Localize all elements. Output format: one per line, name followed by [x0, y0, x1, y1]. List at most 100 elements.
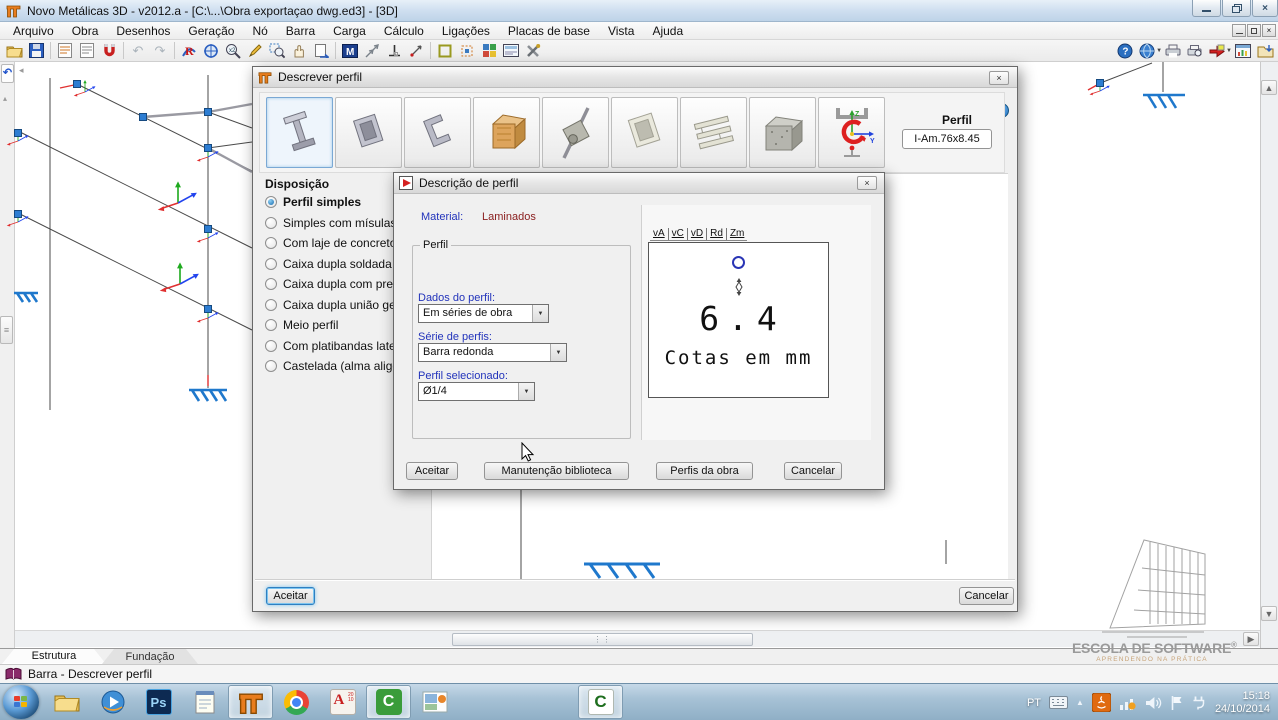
menu-item-carga[interactable]: Carga [324, 22, 375, 40]
profile-type-timber-section[interactable] [473, 97, 540, 168]
cancel-button[interactable]: Cancelar [959, 587, 1014, 605]
view-button-rd[interactable]: Rd [707, 228, 727, 240]
menu-item-vista[interactable]: Vista [599, 22, 643, 40]
new-rect-icon[interactable] [434, 41, 456, 61]
view-button-va[interactable]: vA [650, 228, 669, 240]
profile-description-titlebar[interactable]: Descrição de perfil [394, 173, 884, 194]
dialog-close-button[interactable]: × [857, 176, 877, 190]
view-button-zm[interactable]: Zm [727, 228, 747, 240]
radio-caixa-dupla-com-presilhas[interactable] [265, 278, 277, 290]
tab-estrutura[interactable]: Estrutura [2, 649, 106, 664]
keyboard-icon[interactable] [1049, 696, 1068, 709]
collapse-panel-icon[interactable]: ◂ [19, 65, 24, 76]
scrollbar-thumb[interactable]: ⋮⋮ [452, 633, 753, 646]
network-icon[interactable] [1119, 695, 1137, 710]
profile-type-steel-box-section[interactable] [335, 97, 402, 168]
language-indicator[interactable]: PT [1027, 697, 1041, 709]
menu-item-desenhos[interactable]: Desenhos [107, 22, 179, 40]
radio-castelada[interactable] [265, 360, 277, 372]
dropdown-arrow-icon[interactable]: ▼ [532, 305, 548, 322]
view-button-vc[interactable]: vC [669, 228, 688, 240]
accept-button[interactable]: Aceitar [406, 462, 458, 480]
job-profiles-button[interactable]: Perfis da obra [656, 462, 753, 480]
zoom-x2-icon[interactable]: x2 [222, 41, 244, 61]
new-sheet-icon[interactable] [310, 41, 332, 61]
cancel-button[interactable]: Cancelar [784, 462, 842, 480]
rotate-view-icon[interactable]: ↶ [1, 64, 14, 83]
views-icon[interactable] [500, 41, 522, 61]
mdi-restore-button[interactable] [1247, 24, 1261, 37]
profile-type-aluminium-extrusion[interactable] [680, 97, 747, 168]
restore-button[interactable] [1222, 0, 1251, 17]
radio-perfil-simples[interactable] [265, 196, 277, 208]
taskbar-autocad[interactable]: A2010 [320, 685, 365, 719]
export-icon[interactable] [1206, 41, 1228, 61]
taskbar-media-player[interactable] [90, 685, 135, 719]
profile-series-select[interactable]: Barra redonda ▼ [418, 343, 567, 362]
library-maintenance-button[interactable]: Manutenção biblioteca [484, 462, 629, 480]
menu-item-no[interactable]: Nó [243, 22, 276, 40]
taskbar-chrome[interactable] [274, 685, 319, 719]
radio-label[interactable]: Perfil simples [283, 195, 361, 209]
menu-item-ajuda[interactable]: Ajuda [643, 22, 692, 40]
action-center-flag-icon[interactable] [1170, 695, 1183, 711]
edit-pencil-icon[interactable] [244, 41, 266, 61]
print-preview-icon[interactable] [1184, 41, 1206, 61]
project-manager-icon[interactable] [1254, 41, 1276, 61]
rail-up-icon[interactable]: ▴ [3, 94, 7, 103]
profile-type-section-orientation[interactable]: ZY [818, 97, 885, 168]
edit-rect-icon[interactable] [456, 41, 478, 61]
menu-item-placas-de-base[interactable]: Placas de base [499, 22, 599, 40]
report-icon[interactable] [1232, 41, 1254, 61]
remove-hardware-icon[interactable] [1191, 695, 1207, 711]
scroll-down-icon[interactable]: ▼ [1261, 606, 1277, 621]
volume-icon[interactable] [1145, 696, 1162, 710]
help-icon[interactable]: ? [1114, 41, 1136, 61]
redo-icon[interactable]: ↷ [149, 41, 171, 61]
minimize-button[interactable] [1192, 0, 1221, 17]
save-icon[interactable] [25, 41, 47, 61]
menu-item-geracao[interactable]: Geração [179, 22, 243, 40]
open-icon[interactable] [3, 41, 25, 61]
move-icon[interactable] [361, 41, 383, 61]
tab-fundacao[interactable]: Fundação [102, 649, 198, 664]
perfil-value-button[interactable]: I-Am.76x8.45 [902, 129, 992, 149]
angle-line-icon[interactable] [405, 41, 427, 61]
radio-meio-perfil[interactable] [265, 319, 277, 331]
print-icon[interactable] [1162, 41, 1184, 61]
radio-label[interactable]: Com laje de concreto [283, 236, 396, 250]
taskbar-photo-viewer[interactable] [412, 685, 457, 719]
export-dxf-icon[interactable] [54, 41, 76, 61]
web-globe-icon[interactable] [1136, 41, 1158, 61]
profile-type-cold-formed-section[interactable] [404, 97, 471, 168]
java-icon[interactable] [1092, 693, 1111, 712]
dialog-close-button[interactable]: × [989, 71, 1009, 85]
radio-com-platibandas-laterais[interactable] [265, 340, 277, 352]
profile-type-concrete-section[interactable] [749, 97, 816, 168]
radio-label[interactable]: Meio perfil [283, 318, 338, 332]
dropdown-arrow-icon[interactable]: ▼ [518, 383, 534, 400]
tools-icon[interactable] [522, 41, 544, 61]
taskbar-notepad[interactable] [182, 685, 227, 719]
scroll-up-icon[interactable]: ▲ [1261, 80, 1277, 95]
panel-splitter-handle[interactable]: ≡ [0, 316, 13, 344]
clock[interactable]: 15:18 24/10/2014 [1215, 690, 1270, 716]
zoom-window-icon[interactable] [266, 41, 288, 61]
scroll-right-icon[interactable]: ▶ [1243, 632, 1259, 646]
radio-simples-com-misulas[interactable] [265, 217, 277, 229]
menu-item-calculo[interactable]: Cálculo [375, 22, 433, 40]
radio-com-laje-de-concreto[interactable] [265, 237, 277, 249]
profile-type-steel-i-section[interactable] [266, 97, 333, 168]
grid-icon[interactable] [478, 41, 500, 61]
menu-item-arquivo[interactable]: Arquivo [4, 22, 63, 40]
selected-profile-select[interactable]: Ø1/4 ▼ [418, 382, 535, 401]
start-button[interactable] [3, 685, 39, 719]
perpendicular-icon[interactable] [383, 41, 405, 61]
dropdown-arrow-icon[interactable]: ▼ [550, 344, 566, 361]
pan-hand-icon[interactable] [288, 41, 310, 61]
profile-type-generic-tube[interactable] [611, 97, 678, 168]
menu-item-ligacoes[interactable]: Ligações [433, 22, 499, 40]
radio-caixa-dupla-soldada[interactable] [265, 258, 277, 270]
taskbar-photoshop[interactable]: Ps [136, 685, 181, 719]
taskbar-metalicas-3d[interactable] [228, 685, 273, 719]
